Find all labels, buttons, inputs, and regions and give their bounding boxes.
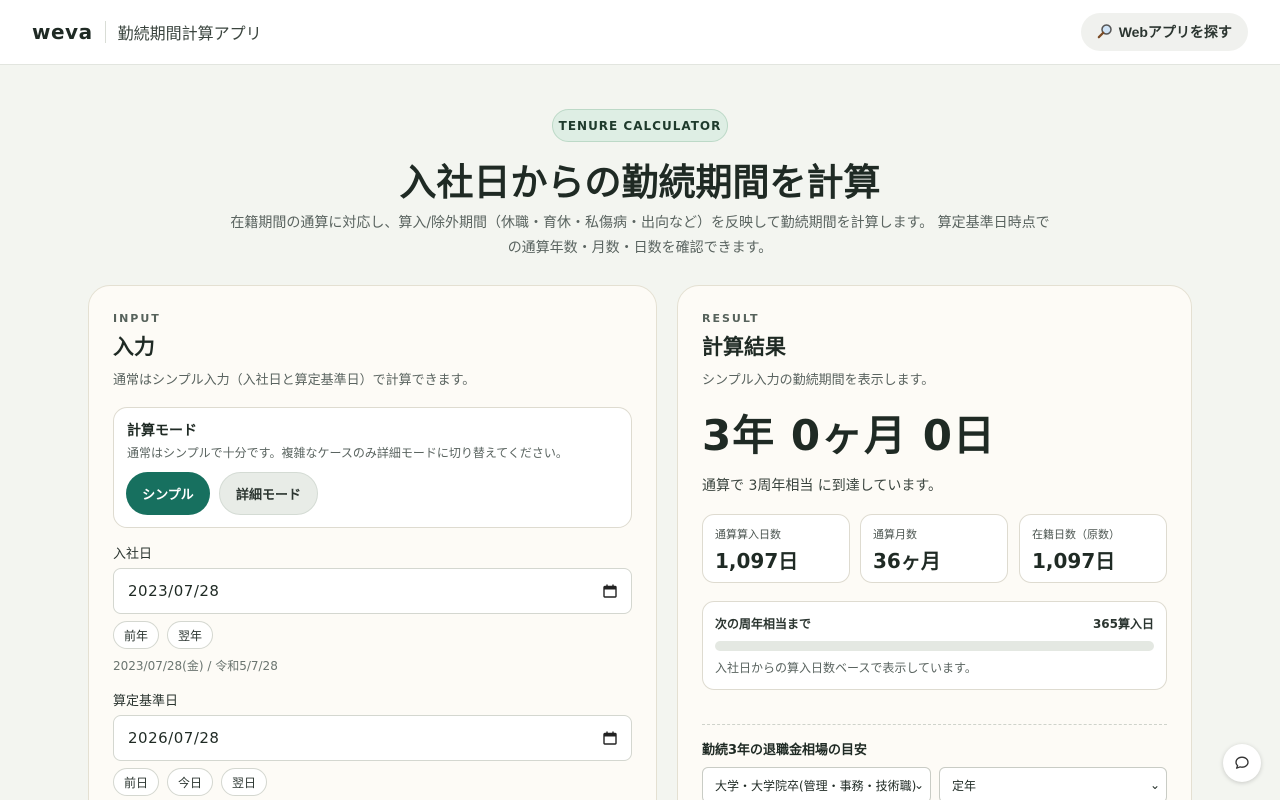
tenure-result: 3年 0ヶ月 0日 (702, 411, 996, 460)
stat-label: 通算算入日数 (715, 528, 781, 541)
result-description: シンプル入力の勤続期間を表示します。 (702, 373, 935, 388)
reason-select[interactable]: 定年 ⌄ (939, 767, 1167, 800)
education-select-value: 大学・大学院卒(管理・事務・技術職) (715, 778, 917, 793)
page-description-line: 在籍期間の通算に対応し、算入/除外期間（休職・育休・私傷病・出向など）を反映して… (230, 215, 1050, 231)
chevron-down-icon: ⌄ (1149, 778, 1160, 792)
next-anniversary-value: 365算入日 (1092, 617, 1154, 631)
input-eyebrow: INPUT (113, 312, 161, 325)
result-card: RESULT 計算結果 シンプル入力の勤続期間を表示します。 3年 0ヶ月 0日… (677, 285, 1192, 800)
page-description-line: の通算年数・月数・日数を確認できます。 (507, 240, 773, 256)
next-anniversary-label: 次の周年相当まで (715, 617, 812, 631)
reason-select-value: 定年 (952, 778, 977, 793)
join-date-prev-year-button[interactable]: 前年 (113, 621, 159, 649)
weva-logo[interactable]: weva (32, 21, 106, 43)
input-title: 入力 (113, 335, 155, 359)
result-title: 計算結果 (702, 335, 786, 359)
find-apps-label: Webアプリを探す (1118, 24, 1232, 40)
anniversary-progress-bar (715, 641, 1154, 651)
join-date-input[interactable]: 2023/07/28 (113, 568, 632, 614)
section-divider (702, 724, 1167, 725)
stat-card: 通算月数 36ヶ月 (860, 514, 1008, 583)
tenure-calculator-badge: TENURE CALCULATOR (552, 109, 728, 142)
magnifier-icon (1097, 23, 1113, 42)
base-date-value: 2026/07/28 (128, 729, 220, 747)
detail-mode-button[interactable]: 詳細モード (219, 472, 318, 515)
base-date-input[interactable]: 2026/07/28 (113, 715, 632, 761)
base-date-next-day-button[interactable]: 翌日 (221, 768, 267, 796)
page-description: 在籍期間の通算に対応し、算入/除外期間（休職・育休・私傷病・出向など）を反映して… (220, 211, 1060, 261)
severance-title: 勤続3年の退職金相場の目安 (702, 743, 868, 758)
join-date-next-year-button[interactable]: 翌年 (167, 621, 213, 649)
chat-button[interactable] (1223, 744, 1261, 782)
calc-mode-box: 計算モード 通常はシンプルで十分です。複雑なケースのみ詳細モードに切り替えてくだ… (113, 407, 632, 528)
next-anniversary-box: 次の周年相当まで 365算入日 入社日からの算入日数ベースで表示しています。 (702, 601, 1167, 690)
base-date-label: 算定基準日 (113, 694, 179, 709)
base-date-today-button[interactable]: 今日 (167, 768, 213, 796)
app-title: 勤続期間計算アプリ (117, 24, 262, 43)
calendar-icon[interactable] (603, 731, 617, 745)
result-eyebrow: RESULT (702, 312, 760, 325)
stat-label: 在籍日数（原数） (1032, 528, 1120, 541)
calendar-icon[interactable] (603, 584, 617, 598)
base-date-prev-day-button[interactable]: 前日 (113, 768, 159, 796)
stat-value: 1,097日 (1032, 549, 1116, 573)
stat-value: 36ヶ月 (873, 549, 941, 573)
education-select[interactable]: 大学・大学院卒(管理・事務・技術職) ⌄ (702, 767, 931, 800)
simple-mode-button[interactable]: シンプル (126, 472, 210, 515)
input-description: 通常はシンプル入力（入社日と算定基準日）で計算できます。 (113, 373, 476, 388)
join-date-value: 2023/07/28 (128, 582, 220, 600)
stat-value: 1,097日 (715, 549, 799, 573)
page-title: 入社日からの勤続期間を計算 (399, 161, 881, 204)
join-date-label: 入社日 (113, 547, 153, 562)
chevron-down-icon: ⌄ (913, 778, 924, 792)
join-date-note: 2023/07/28(金) / 令和5/7/28 (113, 659, 278, 673)
find-apps-button[interactable]: Webアプリを探す (1080, 13, 1248, 51)
anniversary-note: 通算で 3周年相当 に到達しています。 (702, 478, 942, 494)
input-card: INPUT 入力 通常はシンプル入力（入社日と算定基準日）で計算できます。 計算… (88, 285, 657, 800)
chat-bubble-icon (1235, 756, 1249, 769)
calc-mode-description: 通常はシンプルで十分です。複雑なケースのみ詳細モードに切り替えてください。 (127, 446, 568, 460)
calc-mode-title: 計算モード (127, 423, 197, 439)
stat-card: 在籍日数（原数） 1,097日 (1019, 514, 1167, 583)
stat-card: 通算算入日数 1,097日 (702, 514, 850, 583)
next-anniversary-note: 入社日からの算入日数ベースで表示しています。 (715, 661, 977, 675)
top-bar: weva 勤続期間計算アプリ Webアプリを探す (0, 0, 1280, 65)
stat-label: 通算月数 (873, 528, 917, 541)
